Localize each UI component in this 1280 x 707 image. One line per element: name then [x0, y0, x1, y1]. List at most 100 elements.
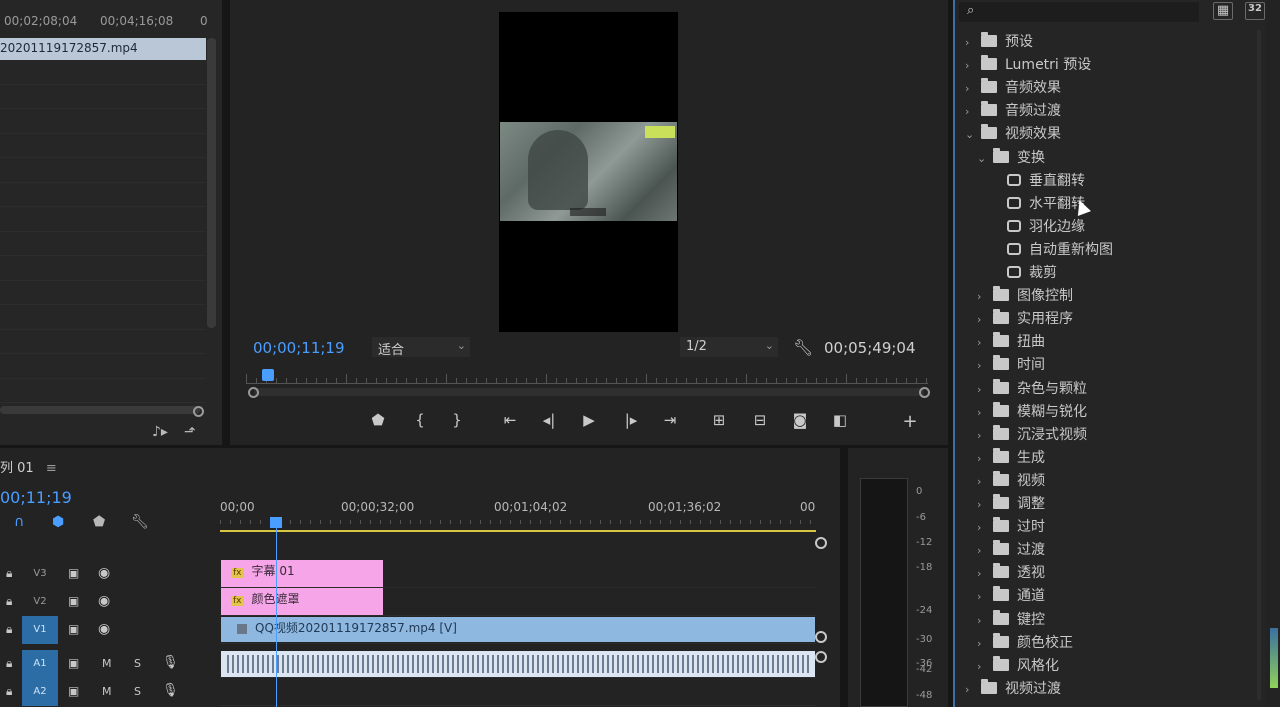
zoom-select[interactable]: 适合 ⌄ — [372, 337, 470, 358]
effects-tree-item[interactable]: › 图像控制 — [977, 285, 1073, 307]
play-icon[interactable]: ▶ — [577, 411, 601, 431]
chevron-down-icon[interactable]: ⌄ — [965, 128, 981, 141]
chevron-right-icon[interactable]: › — [965, 82, 981, 95]
chevron-right-icon[interactable]: › — [977, 290, 993, 303]
eye-icon[interactable]: ◉ — [98, 593, 110, 609]
sync-lock-icon[interactable]: ▣ — [68, 566, 79, 580]
mute-button[interactable]: M — [102, 685, 112, 698]
settings-wrench-icon[interactable]: 🔧︎ — [793, 338, 813, 357]
chevron-right-icon[interactable]: › — [965, 36, 981, 49]
chevron-right-icon[interactable]: › — [977, 544, 993, 557]
chevron-right-icon[interactable]: › — [965, 59, 981, 72]
monitor-time-ruler[interactable] — [246, 372, 928, 384]
hamburger-menu-icon[interactable]: ≡ — [46, 461, 57, 476]
effects-tree-item[interactable]: › 颜色校正 — [977, 632, 1073, 654]
chevron-right-icon[interactable]: › — [977, 637, 993, 650]
chevron-right-icon[interactable]: › — [977, 429, 993, 442]
chevron-right-icon[interactable]: › — [977, 660, 993, 673]
chevron-right-icon[interactable]: › — [977, 475, 993, 488]
timeline-playhead[interactable] — [270, 517, 282, 528]
track-name[interactable]: V3 — [22, 560, 58, 588]
audio-clip[interactable] — [221, 651, 815, 677]
project-clip-row[interactable]: 20201119172857.mp4 — [0, 38, 206, 60]
effects-tree-item[interactable]: › 通道 — [977, 585, 1045, 607]
accelerated-effects-button[interactable]: ▦ — [1213, 2, 1233, 20]
timeline-scroll-handle[interactable] — [815, 631, 827, 643]
step-back-icon[interactable]: ◂| — [537, 411, 561, 431]
effects-tree-item[interactable]: › 预设 — [965, 31, 1033, 53]
lock-icon[interactable]: 🔒︎ — [6, 622, 12, 637]
resolution-select[interactable]: 1/2 ⌄ — [680, 337, 778, 357]
track-name[interactable]: V2 — [22, 588, 58, 616]
sync-lock-icon[interactable]: ▣ — [68, 656, 79, 670]
project-horizontal-scrollbar[interactable] — [0, 406, 200, 414]
chevron-right-icon[interactable]: › — [977, 498, 993, 511]
microphone-icon[interactable]: 🎙︎ — [162, 683, 179, 698]
sequence-tab[interactable]: 列 01 ≡ — [0, 457, 57, 476]
go-to-in-icon[interactable]: ⇤ — [498, 411, 522, 431]
timeline-scroll-handle[interactable] — [815, 651, 827, 663]
linked-selection-icon[interactable]: ⬢ — [52, 514, 64, 530]
effects-tree-item[interactable]: › Lumetri 预设 — [965, 54, 1091, 76]
effects-tree-item[interactable]: 羽化边缘 — [991, 216, 1085, 238]
mute-button[interactable]: M — [102, 657, 112, 670]
color-matte-clip[interactable]: fx颜色遮罩 — [221, 588, 383, 615]
track-name[interactable]: V1 — [22, 616, 58, 644]
effects-tree-item[interactable]: › 过时 — [977, 516, 1045, 538]
effects-scrollbar[interactable] — [1257, 30, 1261, 700]
solo-button[interactable]: S — [134, 685, 141, 698]
monitor-zoom-scrollbar[interactable] — [254, 388, 924, 396]
extract-icon[interactable]: ⊟ — [748, 411, 772, 431]
snap-magnet-icon[interactable]: ∩ — [14, 514, 24, 530]
timeline-settings-wrench-icon[interactable]: 🔧︎ — [131, 514, 149, 530]
timeline-timecode[interactable]: 00;11;19 — [0, 488, 72, 507]
effects-search-input[interactable]: ⌕ — [959, 2, 1199, 22]
chevron-right-icon[interactable]: › — [977, 452, 993, 465]
monitor-scroll-left-handle[interactable] — [248, 387, 259, 398]
lock-icon[interactable]: 🔒︎ — [6, 594, 12, 609]
track-a2-area[interactable] — [220, 678, 816, 706]
effects-tree-item[interactable]: › 键控 — [977, 609, 1045, 631]
microphone-icon[interactable]: 🎙︎ — [162, 655, 179, 670]
mark-in-icon[interactable]: { — [408, 411, 432, 431]
playhead-timecode[interactable]: 00;00;11;19 — [253, 339, 345, 357]
button-editor-plus-icon[interactable]: + — [898, 411, 922, 432]
lock-icon[interactable]: 🔒︎ — [6, 566, 12, 581]
timeline-scroll-handle[interactable] — [815, 537, 827, 549]
effects-tree-item[interactable]: › 扭曲 — [977, 331, 1045, 353]
32-bit-effects-button[interactable]: 32 — [1245, 2, 1265, 20]
track-name[interactable]: A1 — [22, 650, 58, 678]
effects-tree-item[interactable]: 自动重新构图 — [991, 239, 1113, 261]
effects-tree-item[interactable]: › 透视 — [977, 562, 1045, 584]
work-area-bar[interactable] — [220, 530, 816, 532]
go-to-out-icon[interactable]: ⇥ — [658, 411, 682, 431]
lift-icon[interactable]: ⊞ — [707, 411, 731, 431]
title-clip[interactable]: fx 字幕 01 — [221, 560, 383, 587]
chevron-right-icon[interactable]: › — [965, 683, 981, 696]
sync-lock-icon[interactable]: ▣ — [68, 684, 79, 698]
effects-tree-item[interactable]: › 音频效果 — [965, 77, 1061, 99]
effects-tree-item[interactable]: 水平翻转 — [991, 193, 1085, 215]
add-marker-icon[interactable]: ⬟ — [93, 514, 105, 530]
chevron-right-icon[interactable]: › — [977, 313, 993, 326]
sync-lock-icon[interactable]: ▣ — [68, 622, 79, 636]
effects-tree-item[interactable]: › 模糊与锐化 — [977, 401, 1087, 423]
step-forward-icon[interactable]: |▸ — [619, 411, 643, 431]
solo-button[interactable]: S — [134, 657, 141, 670]
track-name[interactable]: A2 — [22, 678, 58, 706]
effects-tree-item[interactable]: › 风格化 — [977, 655, 1059, 677]
comparison-view-icon[interactable]: ◧ — [828, 411, 852, 431]
sync-lock-icon[interactable]: ▣ — [68, 594, 79, 608]
eye-icon[interactable]: ◉ — [98, 565, 110, 581]
effects-tree-item[interactable]: 裁剪 — [991, 262, 1057, 284]
chevron-down-icon[interactable]: ⌄ — [977, 152, 993, 165]
chevron-right-icon[interactable]: › — [977, 521, 993, 534]
chevron-right-icon[interactable]: › — [977, 406, 993, 419]
chevron-right-icon[interactable]: › — [977, 336, 993, 349]
effects-tree-item[interactable]: 垂直翻转 — [991, 170, 1085, 192]
effects-tree-item[interactable]: › 沉浸式视频 — [977, 424, 1087, 446]
effects-tree-item[interactable]: › 视频过渡 — [965, 678, 1061, 700]
automate-to-sequence-icon[interactable]: ♪▸ — [152, 424, 170, 440]
chevron-right-icon[interactable]: › — [977, 614, 993, 627]
chevron-right-icon[interactable]: › — [977, 383, 993, 396]
